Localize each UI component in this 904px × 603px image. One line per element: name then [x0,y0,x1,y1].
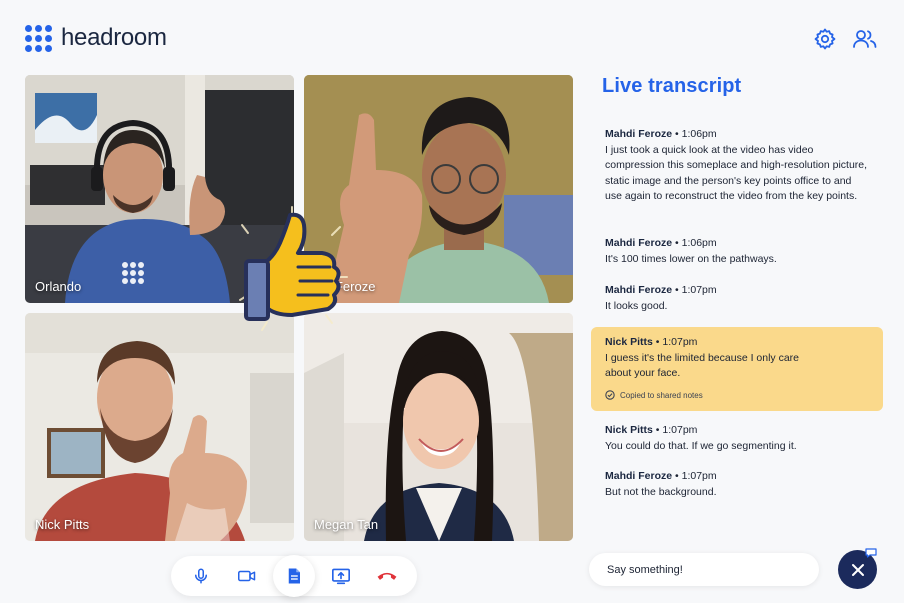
participants-icon[interactable] [852,27,878,51]
camera-button[interactable] [227,556,267,596]
microphone-button[interactable] [181,556,221,596]
note-label: Copied to shared notes [620,390,703,400]
transcript-title: Live transcript [602,75,742,97]
speaker-name: Mahdi Feroze [605,284,673,296]
timestamp: 1:07pm [662,336,698,348]
close-icon [851,563,864,576]
transcript-text: It's 100 times lower on the pathways. [605,252,777,265]
thumbs-up-icon [239,206,348,331]
speaker-name: Mahdi Feroze [605,128,673,140]
share-screen-button[interactable] [321,556,361,596]
camera-icon [238,570,256,582]
transcript-entry: Mahdi Feroze • 1:06pm I just took a quic… [591,127,883,205]
notes-icon [288,568,300,584]
separator: • [675,284,679,296]
participant-name: Megan Tan [314,517,379,532]
transcript-text: I just took a quick look at the video ha… [605,143,868,203]
timestamp: 1:07pm [681,470,717,482]
transcript-entry: Nick Pitts • 1:07pm You could do that. I… [591,423,883,454]
separator: • [675,470,679,482]
chat-input[interactable] [589,553,819,586]
end-call-icon [377,572,397,580]
thumbs-up-reaction [232,205,352,335]
transcript-text: I guess it's the limited because I only … [605,351,800,380]
transcript-entry: Mahdi Feroze • 1:06pm It's 100 times low… [591,236,883,267]
separator: • [675,237,679,249]
transcript-text: It looks good. [605,299,668,312]
transcript-text: You could do that. If we go segmenting i… [605,439,797,452]
header: headroom [0,0,904,75]
timestamp: 1:07pm [662,424,698,436]
separator: • [675,128,679,140]
microphone-icon [195,568,207,584]
transcript-text: But not the background. [605,485,717,498]
end-call-button[interactable] [367,556,407,596]
timestamp: 1:07pm [681,284,717,296]
headroom-logo-icon [25,24,52,52]
share-screen-icon [332,568,350,585]
logo: headroom [25,24,167,52]
call-controls [171,555,417,597]
speaker-name: Mahdi Feroze [605,237,673,249]
check-circle-icon [605,390,615,400]
chat-bubble-icon [865,548,877,558]
separator: • [655,336,660,348]
participant-name: Orlando [35,279,82,294]
transcript-entry-highlighted[interactable]: Nick Pitts • 1:07pm I guess it's the lim… [591,327,883,411]
timestamp: 1:06pm [681,128,717,140]
participant-name: Nick Pitts [35,517,90,532]
shared-notes-confirmation: Copied to shared notes [605,388,869,404]
transcript-entry: Mahdi Feroze • 1:07pm It looks good. [591,283,883,314]
participant-video [25,313,294,541]
separator: • [655,424,660,436]
video-tile-megan-tan[interactable]: Megan Tan [304,313,573,541]
transcript-panel: Live transcript [591,70,886,98]
transcript-entry: Mahdi Feroze • 1:07pm But not the backgr… [591,469,883,500]
settings-icon[interactable] [813,27,837,51]
timestamp: 1:06pm [681,237,717,249]
speaker-name: Mahdi Feroze [605,470,673,482]
notes-button[interactable] [273,555,315,597]
speaker-name: Nick Pitts [605,336,653,348]
video-tile-nick-pitts[interactable]: Nick Pitts [25,313,294,541]
speaker-name: Nick Pitts [605,424,653,436]
app-name: headroom [61,24,167,51]
participant-video [304,313,573,541]
